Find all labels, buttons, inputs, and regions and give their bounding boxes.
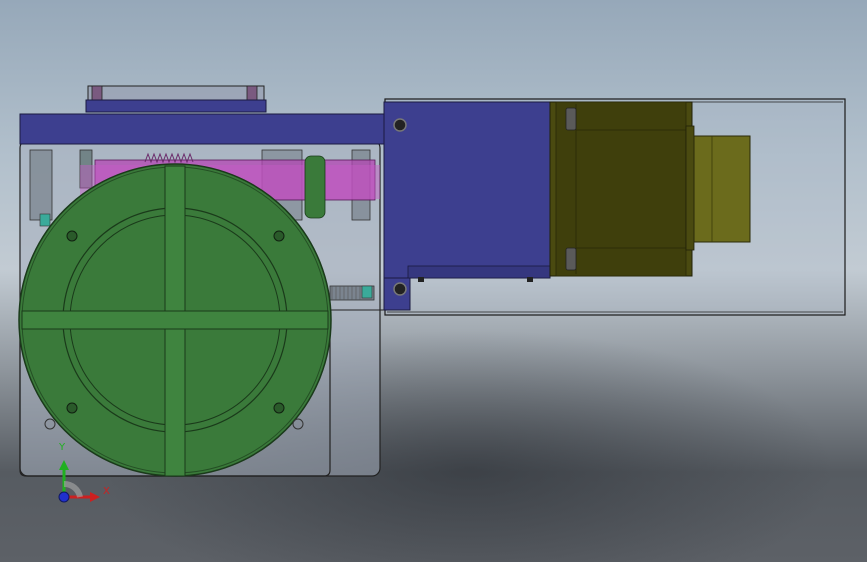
x-axis-label: X: [103, 486, 110, 497]
pinion-gear[interactable]: [304, 155, 326, 219]
rotary-turntable[interactable]: [18, 163, 332, 477]
motor-adapter-block[interactable]: [383, 101, 551, 279]
coordinate-triad-icon: Y X: [50, 440, 120, 510]
graphics-viewport[interactable]: Y X: [0, 0, 867, 562]
bolt-icon: [393, 282, 407, 296]
motor-shaft-cap[interactable]: [693, 135, 751, 243]
y-axis-label: Y: [59, 442, 66, 453]
servo-motor[interactable]: [549, 101, 695, 277]
housing-top-plate[interactable]: [19, 113, 387, 145]
cad-assembly-model[interactable]: [0, 0, 867, 562]
bolt-icon: [393, 118, 407, 132]
